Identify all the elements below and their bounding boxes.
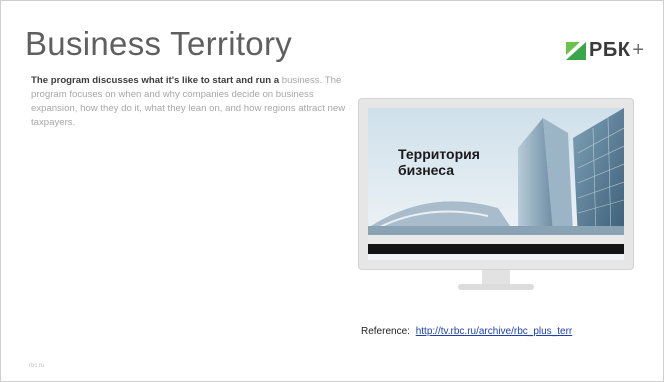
monitor-bezel: Территория бизнеса <box>358 98 634 270</box>
logo-mark-icon <box>566 41 586 60</box>
reference-line: Reference: http://tv.rbc.ru/archive/rbc_… <box>361 326 572 337</box>
news-ticker-bottom <box>368 244 624 254</box>
show-title-overlay: Территория бизнеса <box>398 146 480 178</box>
description-lead: The program discusses what it's like to … <box>31 75 280 86</box>
broadcast-screenshot: Территория бизнеса <box>368 108 624 260</box>
program-description: The program discusses what it's like to … <box>31 74 353 130</box>
monitor-stand-base <box>458 284 534 290</box>
rbc-plus-logo: РБК + <box>566 39 644 62</box>
show-title-line2: бизнеса <box>398 162 455 178</box>
slide: Business Territory РБК + The program dis… <box>0 0 664 382</box>
reference-link[interactable]: http://tv.rbc.ru/archive/rbc_plus_terr <box>416 326 573 337</box>
monitor-stand-neck <box>482 270 510 284</box>
reference-label: Reference: <box>361 326 410 337</box>
page-title: Business Territory <box>25 25 293 62</box>
logo-plus: + <box>632 39 645 61</box>
footer-source: rbc.ru <box>29 363 45 369</box>
news-ticker-top <box>368 235 624 244</box>
tv-monitor: Территория бизнеса <box>358 98 634 298</box>
logo-text: РБК <box>589 39 631 61</box>
show-title-line1: Территория <box>398 146 480 162</box>
